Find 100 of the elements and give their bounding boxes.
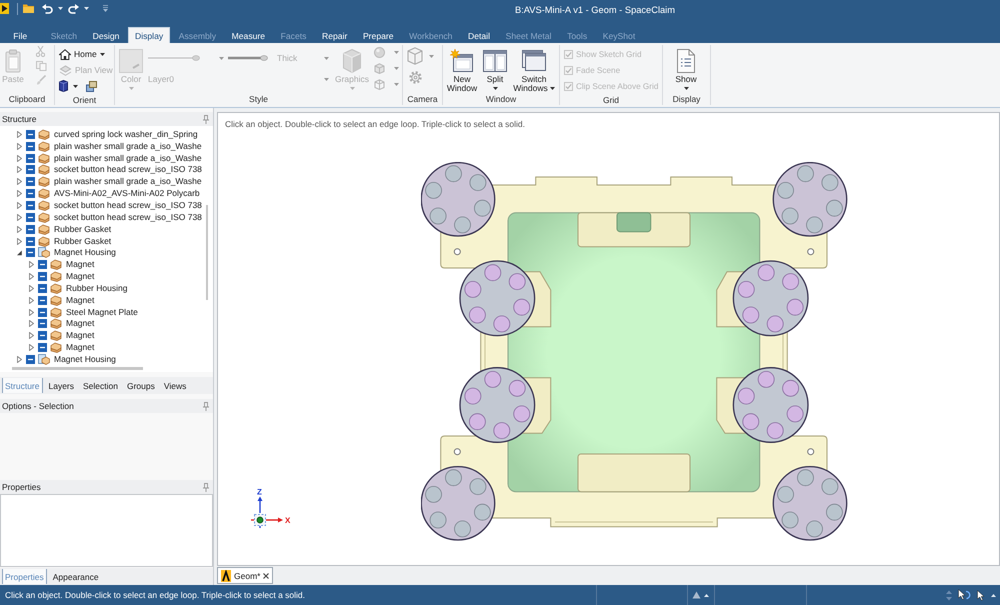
ribbon-tab[interactable]: Design (85, 27, 127, 43)
visibility-checkbox[interactable] (26, 165, 35, 174)
tree-item-label[interactable]: Magnet Housing (54, 247, 116, 258)
pin-icon[interactable] (203, 114, 209, 124)
panel-tab[interactable]: Selection (80, 378, 121, 393)
visibility-checkbox[interactable] (26, 236, 35, 246)
caret-icon[interactable] (84, 7, 89, 10)
tree-item-label[interactable]: Magnet (66, 294, 94, 306)
panel-tab[interactable]: Structure (2, 378, 42, 393)
visibility-checkbox[interactable] (26, 130, 35, 139)
expander-arrow-icon[interactable] (29, 284, 34, 292)
triangle-icon[interactable] (692, 591, 701, 599)
cursor-icon[interactable] (977, 590, 985, 600)
ribbon-tab[interactable]: Prepare (356, 27, 401, 43)
expander-arrow-icon[interactable] (17, 166, 22, 174)
expander-arrow-icon[interactable] (17, 130, 22, 138)
expander-arrow-icon[interactable] (29, 332, 34, 340)
visibility-checkbox[interactable] (26, 189, 35, 198)
tree-item-label[interactable]: Magnet (66, 271, 94, 282)
tree-item-label[interactable]: Magnet (66, 318, 94, 330)
redo-icon[interactable] (68, 4, 79, 14)
visibility-checkbox[interactable] (26, 354, 35, 364)
tree-item-label[interactable]: plain washer small grade a_iso_Washe (54, 152, 202, 164)
tree-item-label[interactable]: Rubber Gasket (54, 224, 112, 235)
caret-icon[interactable] (704, 594, 709, 596)
folder-icon[interactable] (23, 4, 34, 13)
expander-arrow-icon[interactable] (17, 214, 22, 221)
split-button[interactable]: Split (481, 46, 509, 90)
close-icon[interactable] (263, 572, 270, 578)
expander-arrow-icon[interactable] (29, 344, 34, 352)
box-stack-icon[interactable] (86, 80, 97, 92)
visibility-checkbox[interactable] (26, 142, 35, 151)
panel-tab[interactable]: Properties (2, 569, 47, 584)
tree-item-label[interactable]: socket button head screw_iso_ISO 738 (54, 164, 202, 176)
expander-arrow-icon[interactable] (29, 273, 34, 280)
expander-arrow-icon[interactable] (17, 226, 22, 233)
document-tab[interactable]: Geom* (217, 567, 274, 584)
customize-icon[interactable] (103, 5, 108, 12)
tree-item-label[interactable]: Magnet Housing (54, 354, 116, 365)
visibility-checkbox[interactable] (26, 224, 35, 234)
visibility-checkbox[interactable] (26, 200, 35, 210)
cube-icon[interactable] (59, 80, 68, 92)
cube-outline-icon[interactable] (407, 47, 423, 65)
tree-item-label[interactable]: curved spring lock washer_din_Spring (54, 128, 198, 140)
ribbon-tab[interactable]: File (6, 27, 34, 43)
visibility-checkbox[interactable] (26, 154, 35, 163)
visibility-checkbox[interactable] (38, 272, 47, 282)
expander-arrow-icon[interactable] (29, 308, 34, 316)
scrollbar-thumb[interactable] (12, 367, 143, 370)
tree-item-label[interactable]: Magnet (66, 330, 94, 342)
expander-arrow-icon[interactable] (17, 356, 22, 363)
visibility-checkbox[interactable] (26, 212, 35, 222)
expander-arrow-icon[interactable] (17, 238, 22, 245)
show-button[interactable]: Show (667, 46, 705, 90)
panel-tab[interactable]: Groups (124, 378, 158, 393)
tree-item-label[interactable]: Steel Magnet Plate (66, 306, 138, 318)
panel-tab[interactable]: Appearance (50, 569, 102, 584)
panel-tab[interactable]: Layers (46, 378, 78, 393)
tree-item-label[interactable]: plain washer small grade a_iso_Washe (54, 176, 202, 188)
scrollbar-thumb[interactable] (206, 205, 208, 300)
undo-icon[interactable] (42, 4, 53, 14)
tree-item-label[interactable]: socket button head screw_iso_ISO 738 (54, 200, 202, 211)
visibility-checkbox[interactable] (38, 308, 47, 317)
visibility-checkbox[interactable] (38, 343, 47, 352)
expander-arrow-icon[interactable] (17, 190, 22, 198)
pin-icon[interactable] (203, 402, 209, 410)
caret-icon[interactable] (58, 7, 63, 10)
expander-arrow-icon[interactable] (29, 320, 34, 328)
ribbon-tab[interactable]: Detail (460, 27, 498, 43)
expander-arrow-icon[interactable] (17, 249, 22, 256)
tree-item-label[interactable]: plain washer small grade a_iso_Washe (54, 140, 202, 152)
visibility-checkbox[interactable] (26, 248, 35, 258)
ribbon-tab[interactable]: Display (128, 27, 170, 43)
visibility-checkbox[interactable] (38, 319, 47, 328)
tree-item-label[interactable]: Magnet (66, 342, 94, 354)
home-button[interactable]: Home (59, 48, 105, 60)
visibility-checkbox[interactable] (38, 260, 47, 270)
new-window-button[interactable]: New Window (445, 46, 479, 93)
expander-arrow-icon[interactable] (29, 296, 34, 304)
tree-item-label[interactable]: Rubber Housing (66, 282, 128, 294)
visibility-checkbox[interactable] (38, 331, 47, 340)
caret-icon[interactable] (73, 84, 78, 88)
caret-icon[interactable] (991, 594, 996, 596)
visibility-checkbox[interactable] (38, 296, 47, 305)
tree-item-label[interactable]: Magnet (66, 259, 94, 270)
visibility-checkbox[interactable] (38, 284, 47, 293)
tree-item-label[interactable]: socket button head screw_iso_ISO 738 (54, 212, 202, 223)
expander-arrow-icon[interactable] (29, 261, 34, 268)
expander-arrow-icon[interactable] (17, 142, 22, 150)
switch-windows-button[interactable]: Switch Windows (511, 46, 557, 93)
expander-arrow-icon[interactable] (17, 178, 22, 186)
ribbon-tab[interactable]: Measure (224, 27, 272, 43)
rotate-cursor-icon[interactable] (958, 589, 971, 601)
tree-item-label[interactable]: Rubber Gasket (54, 236, 112, 247)
visibility-checkbox[interactable] (26, 177, 35, 186)
panel-tab[interactable]: Views (160, 378, 190, 393)
ribbon-tab[interactable]: Repair (314, 27, 355, 43)
expander-arrow-icon[interactable] (17, 202, 22, 209)
expander-arrow-icon[interactable] (17, 154, 22, 162)
pin-icon[interactable] (203, 482, 209, 492)
